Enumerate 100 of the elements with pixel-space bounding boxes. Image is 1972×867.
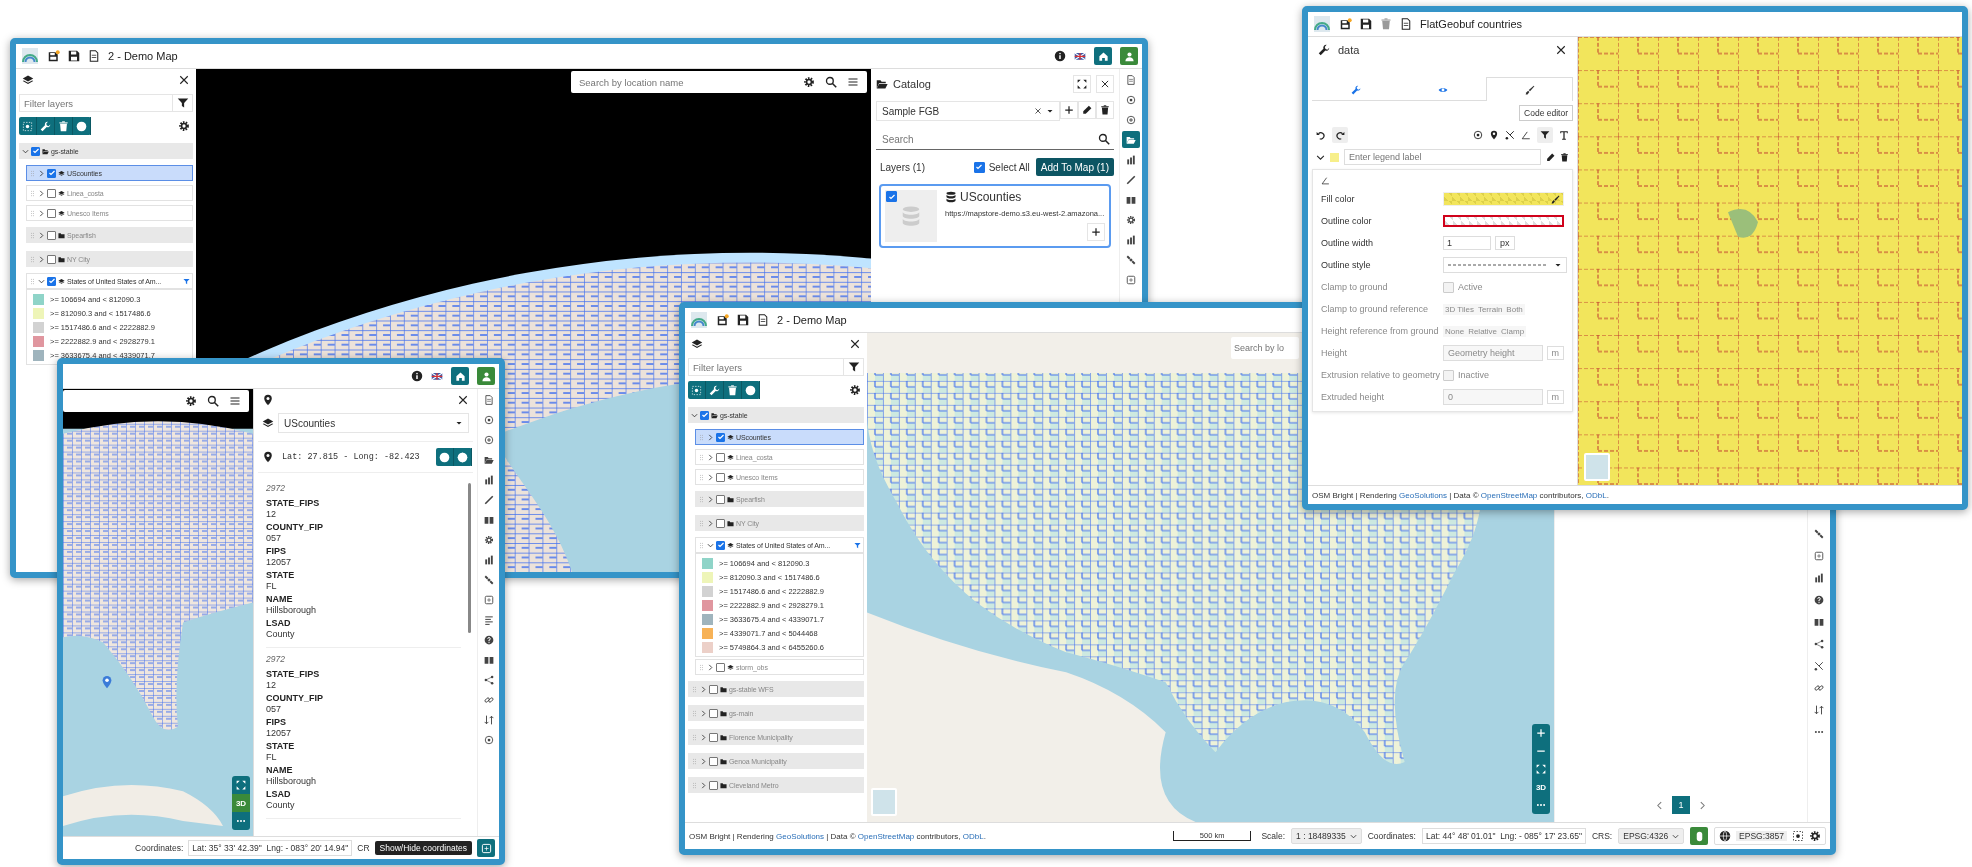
checkbox[interactable] <box>709 732 718 742</box>
save-icon[interactable] <box>68 50 80 62</box>
chevron-right-icon[interactable] <box>707 433 714 441</box>
save-new-icon[interactable] <box>48 50 60 62</box>
chevron-right-icon[interactable] <box>38 231 45 239</box>
filter-field[interactable]: Filter layers <box>688 358 844 376</box>
add-button[interactable] <box>1060 101 1078 119</box>
close-icon[interactable] <box>178 74 190 86</box>
redo-button[interactable] <box>1332 127 1348 143</box>
fullscreen-button[interactable] <box>232 776 250 794</box>
angle-icon[interactable] <box>1521 130 1531 140</box>
undo-icon[interactable] <box>1316 130 1326 140</box>
chevron-right-icon[interactable] <box>707 519 714 527</box>
chevron-right-icon[interactable] <box>707 473 714 481</box>
checkbox[interactable] <box>709 780 718 790</box>
checkbox[interactable] <box>709 756 718 766</box>
edit-button[interactable] <box>1078 101 1096 119</box>
checkbox[interactable] <box>47 254 56 264</box>
attribution-link[interactable]: GeoSolutions <box>1399 490 1448 500</box>
checkbox[interactable] <box>716 432 725 442</box>
checkbox[interactable] <box>716 472 725 482</box>
more-button[interactable] <box>232 812 250 830</box>
expand-button[interactable] <box>1073 75 1091 93</box>
basemap-thumbnail[interactable] <box>871 788 897 816</box>
checkbox[interactable] <box>716 452 725 462</box>
chevron-right-icon[interactable] <box>700 781 707 789</box>
chevron-right-icon[interactable] <box>707 495 714 503</box>
save-icon[interactable] <box>1360 18 1372 30</box>
checkbox[interactable] <box>47 230 56 240</box>
mouse-button[interactable] <box>1690 827 1709 845</box>
chevron-right-icon[interactable] <box>700 757 707 765</box>
checkbox[interactable] <box>47 188 56 198</box>
checkbox[interactable] <box>700 410 709 420</box>
service-select[interactable]: Sample FGB <box>876 101 1060 121</box>
search-field[interactable]: Search by lo <box>1231 343 1299 353</box>
close-icon[interactable] <box>849 338 861 350</box>
checkbox[interactable] <box>886 191 897 202</box>
save-new-icon[interactable] <box>717 314 729 326</box>
more-button[interactable] <box>1532 796 1550 814</box>
target-icon[interactable] <box>1473 130 1483 140</box>
pin-icon[interactable] <box>1489 130 1499 140</box>
attribution-link[interactable]: ODbL <box>1585 490 1607 500</box>
checkbox[interactable] <box>716 518 725 528</box>
filter-button[interactable] <box>844 358 864 376</box>
filter-field[interactable]: Filter layers <box>19 94 173 112</box>
crs-select[interactable]: EPSG:4326 <box>1618 828 1685 844</box>
user-button[interactable] <box>477 367 495 385</box>
scale-select[interactable]: 1 : 18489335 <box>1291 828 1362 844</box>
attribution-link[interactable]: OpenStreetMap <box>857 831 915 841</box>
document-icon[interactable] <box>1400 18 1412 30</box>
chevron-right-icon[interactable] <box>38 255 45 263</box>
home-button[interactable] <box>1094 47 1112 65</box>
filter-button[interactable] <box>173 94 193 112</box>
checkbox[interactable] <box>47 208 56 218</box>
chevron-down-icon[interactable] <box>1316 152 1325 162</box>
checkbox[interactable] <box>716 662 725 672</box>
checkbox[interactable] <box>31 146 40 156</box>
close-icon[interactable] <box>1555 44 1567 56</box>
trash-icon[interactable] <box>1560 152 1569 162</box>
chevron-right-icon[interactable] <box>707 663 714 671</box>
page-button[interactable]: 1 <box>1672 796 1690 814</box>
add-to-map-button[interactable]: Add To Map (1) <box>1035 158 1114 176</box>
3d-toggle-button[interactable]: 3D <box>1532 778 1550 796</box>
chevron-right-icon[interactable] <box>707 453 714 461</box>
pencil-icon[interactable] <box>1546 152 1555 162</box>
projection-control[interactable]: EPSG:3857 <box>1714 827 1826 845</box>
gear-icon[interactable] <box>178 120 190 132</box>
search-icon[interactable] <box>207 395 219 407</box>
chevron-right-icon[interactable] <box>38 169 45 177</box>
checkbox[interactable] <box>973 161 985 173</box>
search-bar[interactable]: Search by lo <box>1231 337 1299 359</box>
outline-color-swatch[interactable] <box>1443 215 1564 227</box>
chevron-right-icon[interactable] <box>38 209 45 217</box>
attribution-link[interactable]: GeoSolutions <box>776 831 825 841</box>
chevron-left-icon[interactable] <box>1655 800 1664 810</box>
flag-icon[interactable] <box>431 370 443 382</box>
coordinates-toggle-button[interactable] <box>477 839 495 857</box>
checkbox[interactable] <box>709 708 718 718</box>
gear-icon[interactable] <box>803 76 815 88</box>
add-button[interactable] <box>1087 223 1105 241</box>
document-icon[interactable] <box>757 314 769 326</box>
zoom-in-button[interactable] <box>1532 724 1550 742</box>
number-field[interactable]: 1 <box>1443 236 1491 250</box>
document-icon[interactable] <box>88 50 100 62</box>
filter-button[interactable] <box>1537 127 1553 143</box>
close-button[interactable] <box>1096 75 1114 93</box>
split-icon[interactable] <box>1505 130 1515 140</box>
chevron-right-icon[interactable] <box>1698 800 1707 810</box>
checkbox[interactable] <box>709 684 718 694</box>
search-icon[interactable] <box>825 76 837 88</box>
legend-label-field[interactable]: Enter legend label <box>1344 149 1541 165</box>
save-icon[interactable] <box>737 314 749 326</box>
flag-icon[interactable] <box>1074 50 1086 62</box>
menu-icon[interactable] <box>229 395 241 407</box>
search-bar[interactable]: Search by location name <box>571 71 867 93</box>
basemap-thumbnail[interactable] <box>1584 453 1610 481</box>
attribution-link[interactable]: OpenStreetMap <box>1480 490 1538 500</box>
save-new-icon[interactable] <box>1340 18 1352 30</box>
home-button[interactable] <box>451 367 469 385</box>
toolbar-button[interactable] <box>1122 131 1140 148</box>
